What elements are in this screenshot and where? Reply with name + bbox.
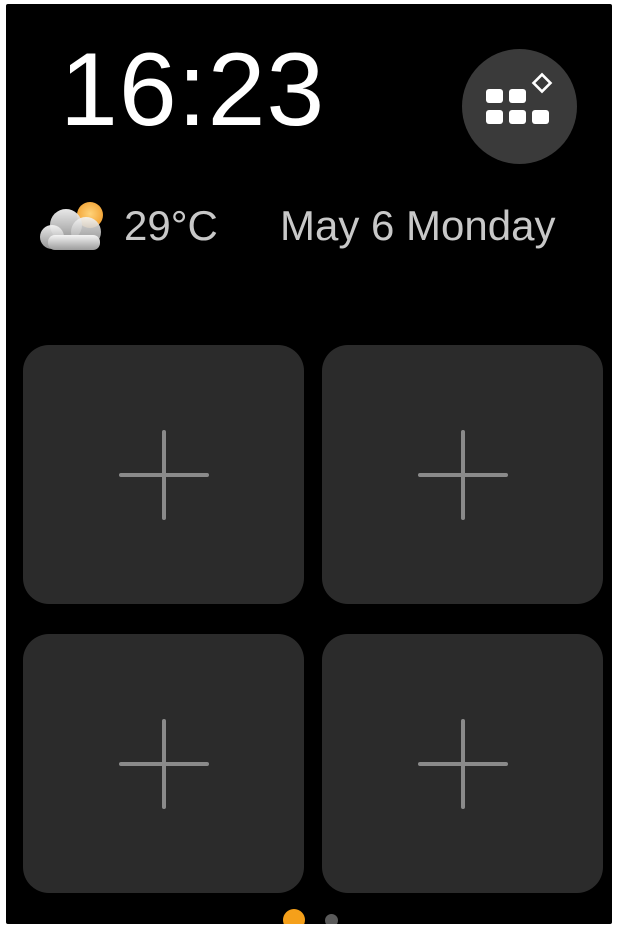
plus-icon xyxy=(417,718,508,809)
plus-icon xyxy=(118,718,209,809)
app-list-button[interactable] xyxy=(462,49,577,164)
page-dot-inactive[interactable] xyxy=(325,914,338,924)
add-widget-tile-2[interactable] xyxy=(322,345,603,604)
temperature-label: 29°C xyxy=(124,202,218,249)
add-widget-tile-4[interactable] xyxy=(322,634,603,893)
page-indicator xyxy=(6,909,612,924)
watch-screen: 16:23 29°C May 6 Monday xyxy=(6,4,612,924)
add-widget-tile-1[interactable] xyxy=(23,345,304,604)
clock-time: 16:23 xyxy=(60,32,326,148)
plus-icon xyxy=(118,429,209,520)
page-dot-active[interactable] xyxy=(283,909,305,924)
partly-cloudy-icon xyxy=(40,202,103,250)
plus-icon xyxy=(417,429,508,520)
date-label: May 6 Monday xyxy=(280,202,556,249)
add-widget-tile-3[interactable] xyxy=(23,634,304,893)
apps-grid-edit-icon xyxy=(486,72,553,124)
